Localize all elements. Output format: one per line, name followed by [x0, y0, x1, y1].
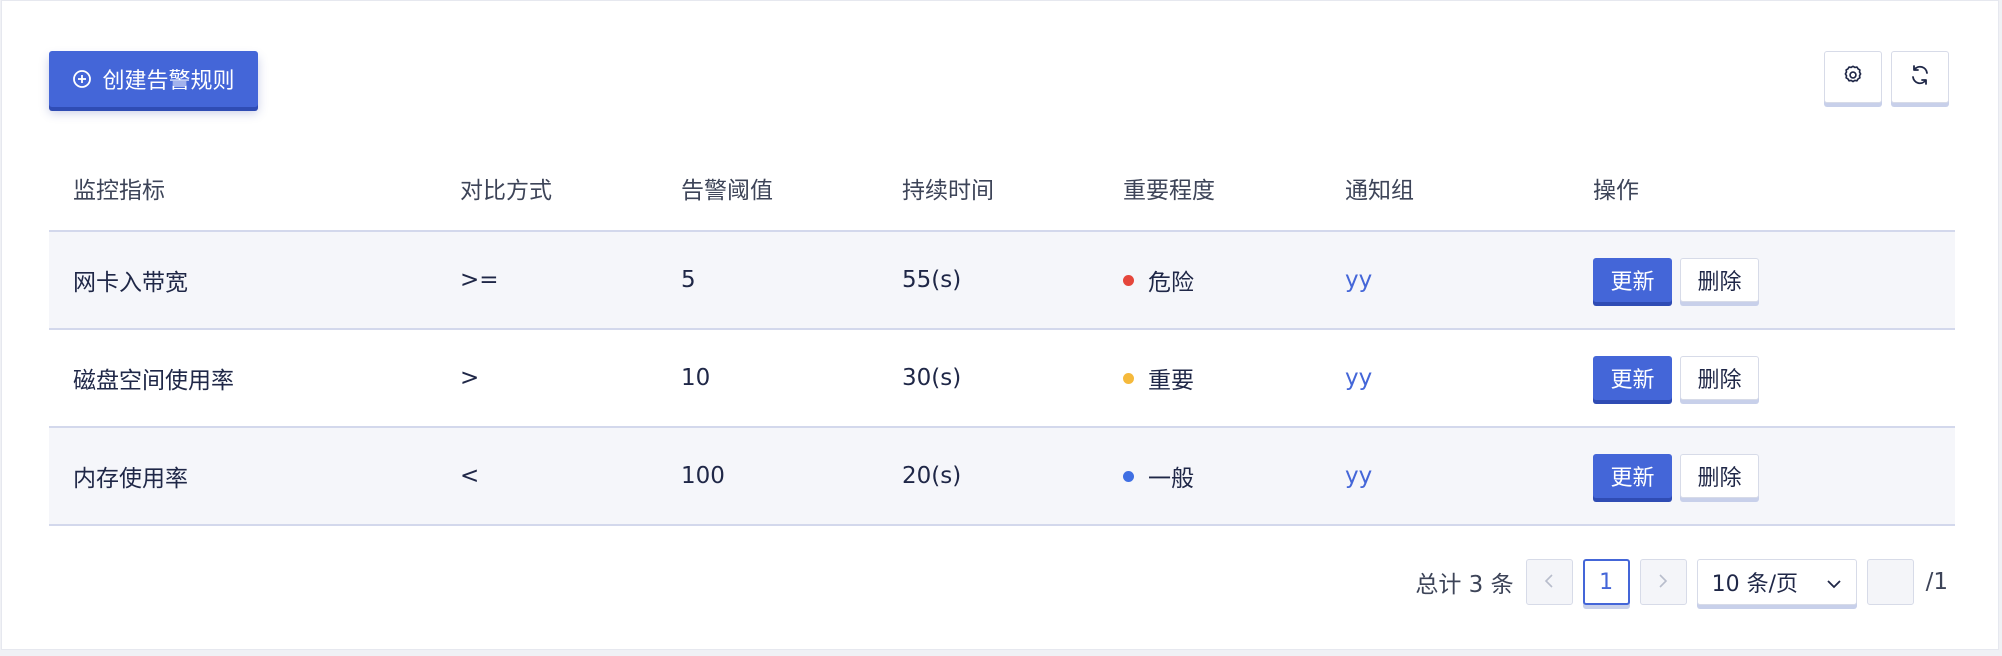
prev-page-button[interactable]	[1525, 559, 1573, 605]
page-size-value: 10 条/页	[1711, 572, 1799, 597]
total-count: 总计 3 条	[1415, 572, 1514, 598]
chevron-right-icon	[1657, 570, 1669, 595]
column-header-metric[interactable]: 监控指标	[73, 171, 165, 205]
gear-icon	[1842, 64, 1864, 90]
level-label: 一般	[1148, 466, 1194, 492]
delete-button[interactable]: 删除	[1680, 356, 1759, 400]
create-alert-rule-button[interactable]: 创建告警规则	[49, 51, 258, 107]
level-label: 重要	[1148, 368, 1194, 394]
column-header-compare[interactable]: 对比方式	[460, 171, 552, 205]
level-cell: 一般	[1123, 459, 1194, 493]
column-header-duration[interactable]: 持续时间	[902, 171, 994, 205]
alert-rules-panel: 创建告警规则 监控指标 对比方式 告警阈值 持续时间 重要程度 通知组 操作 网…	[1, 0, 1999, 650]
notify-group-link[interactable]: yy	[1345, 267, 1372, 293]
compare-cell: <	[460, 463, 480, 489]
compare-cell: >	[460, 365, 480, 391]
actions-cell: 更新 删除	[1593, 258, 1759, 302]
notify-group-link[interactable]: yy	[1345, 365, 1372, 391]
column-header-actions: 操作	[1593, 178, 1639, 204]
delete-button[interactable]: 删除	[1680, 258, 1759, 302]
create-alert-rule-label: 创建告警规则	[102, 69, 235, 94]
page-number-current[interactable]: 1	[1582, 559, 1630, 605]
metric-cell: 磁盘空间使用率	[73, 368, 234, 394]
threshold-cell: 100	[681, 463, 725, 489]
page-jump-input[interactable]	[1866, 559, 1914, 605]
duration-cell: 20(s)	[902, 463, 962, 489]
actions-cell: 更新 删除	[1593, 454, 1759, 498]
refresh-button[interactable]	[1891, 51, 1949, 103]
alert-rules-table: 监控指标 对比方式 告警阈值 持续时间 重要程度 通知组 操作 网卡入带宽 >=…	[49, 146, 1955, 526]
next-page-button[interactable]	[1639, 559, 1687, 605]
delete-button[interactable]: 删除	[1680, 454, 1759, 498]
compare-cell: >=	[460, 267, 499, 293]
chevron-down-icon	[1826, 570, 1842, 595]
threshold-cell: 5	[681, 267, 696, 293]
duration-cell: 30(s)	[902, 365, 962, 391]
threshold-cell: 10	[681, 365, 711, 391]
level-dot-icon	[1123, 274, 1134, 286]
settings-button[interactable]	[1824, 51, 1882, 103]
table-header: 监控指标 对比方式 告警阈值 持续时间 重要程度 通知组 操作	[49, 146, 1955, 232]
table-row: 磁盘空间使用率 > 10 30(s) 重要 yy 更新 删除	[49, 330, 1955, 428]
actions-cell: 更新 删除	[1593, 356, 1759, 400]
plus-circle-icon	[72, 69, 92, 89]
level-cell: 重要	[1123, 361, 1194, 395]
level-dot-icon	[1123, 470, 1134, 482]
update-button[interactable]: 更新	[1593, 356, 1672, 400]
update-button[interactable]: 更新	[1593, 454, 1672, 498]
level-label: 危险	[1148, 270, 1194, 296]
table-row: 网卡入带宽 >= 5 55(s) 危险 yy 更新 删除	[49, 232, 1955, 330]
level-dot-icon	[1123, 372, 1134, 384]
pagination: 总计 3 条 1 10 条/页 /1	[1415, 559, 1948, 605]
column-header-notify-group[interactable]: 通知组	[1345, 171, 1414, 205]
duration-cell: 55(s)	[902, 267, 962, 293]
column-header-threshold[interactable]: 告警阈值	[681, 171, 773, 205]
metric-cell: 网卡入带宽	[73, 270, 188, 296]
total-pages-label: /1	[1925, 569, 1948, 595]
table-row: 内存使用率 < 100 20(s) 一般 yy 更新 删除	[49, 428, 1955, 526]
refresh-icon	[1908, 63, 1932, 91]
update-button[interactable]: 更新	[1593, 258, 1672, 302]
metric-cell: 内存使用率	[73, 466, 188, 492]
page-size-select[interactable]: 10 条/页	[1696, 559, 1857, 605]
column-header-level[interactable]: 重要程度	[1123, 171, 1215, 205]
notify-group-link[interactable]: yy	[1345, 463, 1372, 489]
level-cell: 危险	[1123, 263, 1194, 297]
chevron-left-icon	[1543, 570, 1555, 595]
